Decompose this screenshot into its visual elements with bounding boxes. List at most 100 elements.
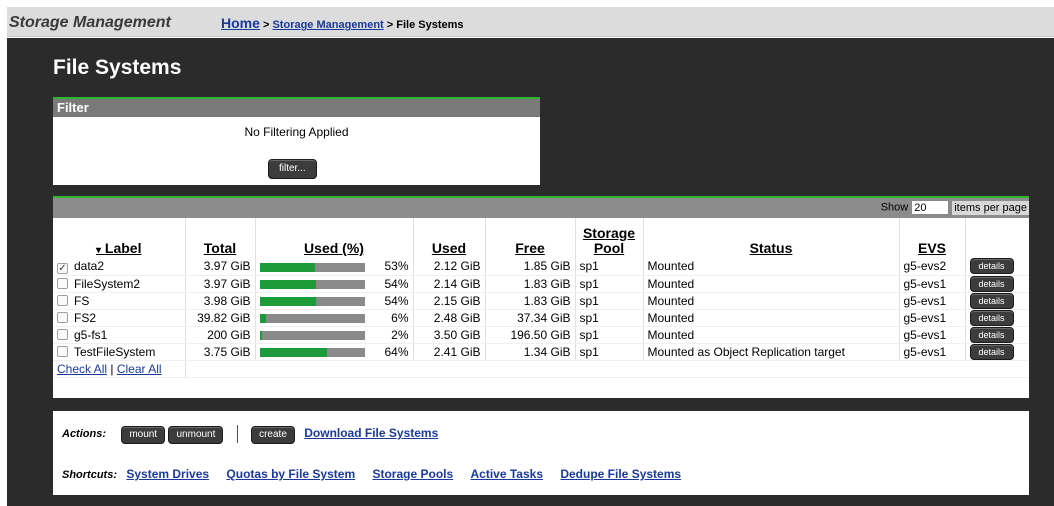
- table-row[interactable]: g5-fs1 200 GiB 2% 3.50 GiB 196.50 GiB sp1 Moun…: [53, 326, 1029, 344]
- column-header-label[interactable]: ▾ Label: [53, 218, 186, 258]
- filter-button[interactable]: filter...: [268, 159, 317, 179]
- usage-bar-fill: [259, 347, 327, 357]
- column-header-evs[interactable]: EVS: [899, 218, 966, 258]
- shortcut-quotas-by-file-system-link[interactable]: Quotas by File System: [226, 467, 355, 481]
- check-all-link[interactable]: Check All: [57, 362, 107, 376]
- free-cell: 1.83 GiB: [485, 292, 576, 310]
- used-pct-value: 6%: [391, 310, 409, 325]
- row-checkbox[interactable]: [57, 277, 68, 289]
- used-cell: 2.15 GiB: [413, 292, 486, 310]
- row-checkbox[interactable]: [57, 328, 68, 340]
- row-checkbox[interactable]: ✓: [57, 262, 68, 274]
- details-cell: details: [965, 309, 1029, 327]
- label-cell: ✓ data2: [53, 258, 186, 276]
- shortcut-system-drives-link[interactable]: System Drives: [126, 467, 209, 481]
- table-row[interactable]: ✓ data2 3.97 GiB 53% 2.12 GiB 1.85 GiB sp1 Moun…: [53, 258, 1029, 276]
- details-button[interactable]: details: [969, 309, 1014, 326]
- status-cell: Mounted: [643, 309, 900, 327]
- used-pct-cell: 6%: [255, 309, 414, 327]
- actions-label: Actions:: [62, 428, 106, 441]
- details-cell: details: [965, 258, 1029, 276]
- download-file-systems-link[interactable]: Download File Systems: [304, 426, 438, 440]
- usage-bar: [259, 262, 365, 272]
- column-header-storage-pool[interactable]: Storage Pool: [575, 218, 644, 258]
- table-footer-row: Check All | Clear All: [53, 360, 1029, 378]
- file-systems-table-panel: Show items per page ▾ Label Total Used (%…: [53, 196, 1029, 398]
- table-row[interactable]: FS 3.98 GiB 54% 2.15 GiB 1.83 GiB sp1 Mounted g…: [53, 292, 1029, 310]
- create-button[interactable]: create: [251, 426, 295, 445]
- details-cell: details: [965, 275, 1029, 293]
- used-cell: 2.41 GiB: [413, 343, 486, 361]
- usage-bar-fill: [259, 262, 316, 272]
- details-button[interactable]: details: [969, 326, 1014, 343]
- status-cell: Mounted as Object Replication target: [643, 343, 900, 361]
- column-header-used-pct[interactable]: Used (%): [255, 218, 414, 258]
- details-cell: details: [965, 326, 1029, 344]
- total-cell: 3.97 GiB: [185, 275, 256, 293]
- main-content: File Systems Filter No Filtering Applied…: [7, 38, 1054, 506]
- filter-header: Filter: [53, 99, 540, 117]
- evs-cell: g5-evs1: [899, 309, 966, 327]
- evs-cell: g5-evs1: [899, 275, 966, 293]
- usage-bar: [259, 279, 365, 289]
- breadcrumb-home-link[interactable]: Home: [221, 15, 260, 31]
- details-button[interactable]: details: [969, 258, 1014, 275]
- used-cell: 2.48 GiB: [413, 309, 486, 327]
- breadcrumb-storage-management-link[interactable]: Storage Management: [272, 19, 383, 31]
- usage-bar-fill: [259, 313, 266, 323]
- evs-cell: g5-evs1: [899, 326, 966, 344]
- used-cell: 2.14 GiB: [413, 275, 486, 293]
- check-links-cell: Check All | Clear All: [53, 360, 186, 378]
- free-cell: 1.85 GiB: [485, 258, 576, 276]
- column-header-free[interactable]: Free: [485, 218, 576, 258]
- label-cell: FileSystem2: [53, 275, 186, 293]
- column-header-status[interactable]: Status: [643, 218, 900, 258]
- details-button[interactable]: details: [969, 275, 1014, 292]
- details-cell: details: [965, 292, 1029, 310]
- label-cell: FS2: [53, 309, 186, 327]
- evs-cell: g5-evs1: [899, 292, 966, 310]
- used-cell: 2.12 GiB: [413, 258, 486, 276]
- used-pct-value: 54%: [384, 293, 409, 308]
- row-checkbox[interactable]: [57, 311, 68, 323]
- shortcuts-row: Shortcuts: System Drives Quotas by File …: [62, 467, 681, 481]
- status-cell: Mounted: [643, 258, 900, 276]
- table-row[interactable]: FS2 39.82 GiB 6% 2.48 GiB 37.34 GiB sp1 Mounte…: [53, 309, 1029, 327]
- total-cell: 3.98 GiB: [185, 292, 256, 310]
- status-cell: Mounted: [643, 275, 900, 293]
- label-cell: FS: [53, 292, 186, 310]
- sort-down-icon: ▾: [96, 245, 102, 256]
- table-row[interactable]: TestFileSystem 3.75 GiB 64% 2.41 GiB 1.34 Gi…: [53, 343, 1029, 361]
- details-button[interactable]: details: [969, 292, 1014, 309]
- actions-row: Actions: mount unmount create Download F…: [62, 425, 438, 445]
- used-cell: 3.50 GiB: [413, 326, 486, 344]
- clear-all-link[interactable]: Clear All: [117, 362, 162, 376]
- filter-panel: Filter No Filtering Applied filter...: [53, 97, 540, 185]
- column-header-total[interactable]: Total: [185, 218, 256, 258]
- column-header-used[interactable]: Used: [413, 218, 486, 258]
- shortcut-dedupe-file-systems-link[interactable]: Dedupe File Systems: [560, 467, 681, 481]
- used-pct-cell: 54%: [255, 292, 414, 310]
- free-cell: 37.34 GiB: [485, 309, 576, 327]
- status-cell: Mounted: [643, 326, 900, 344]
- storage-pool-cell: sp1: [575, 343, 644, 361]
- total-cell: 3.97 GiB: [185, 258, 256, 276]
- column-header-actions: [965, 218, 1029, 258]
- unmount-button[interactable]: unmount: [168, 426, 224, 445]
- shortcut-active-tasks-link[interactable]: Active Tasks: [471, 467, 544, 481]
- used-pct-cell: 2%: [255, 326, 414, 344]
- row-checkbox[interactable]: [57, 294, 68, 306]
- usage-bar: [259, 313, 365, 323]
- top-bar: Storage Management Home > Storage Manage…: [7, 7, 1054, 37]
- table-row[interactable]: FileSystem2 3.97 GiB 54% 2.14 GiB 1.83 GiB sp…: [53, 275, 1029, 293]
- file-system-label: FS2: [74, 310, 97, 325]
- items-per-page-input[interactable]: [911, 200, 950, 215]
- storage-pool-cell: sp1: [575, 258, 644, 276]
- used-pct-value: 64%: [384, 344, 409, 359]
- shortcut-storage-pools-link[interactable]: Storage Pools: [372, 467, 453, 481]
- details-button[interactable]: details: [969, 343, 1014, 360]
- file-system-label: FS: [74, 293, 90, 308]
- mount-button[interactable]: mount: [121, 426, 166, 445]
- usage-bar-fill: [259, 279, 317, 289]
- row-checkbox[interactable]: [57, 345, 68, 357]
